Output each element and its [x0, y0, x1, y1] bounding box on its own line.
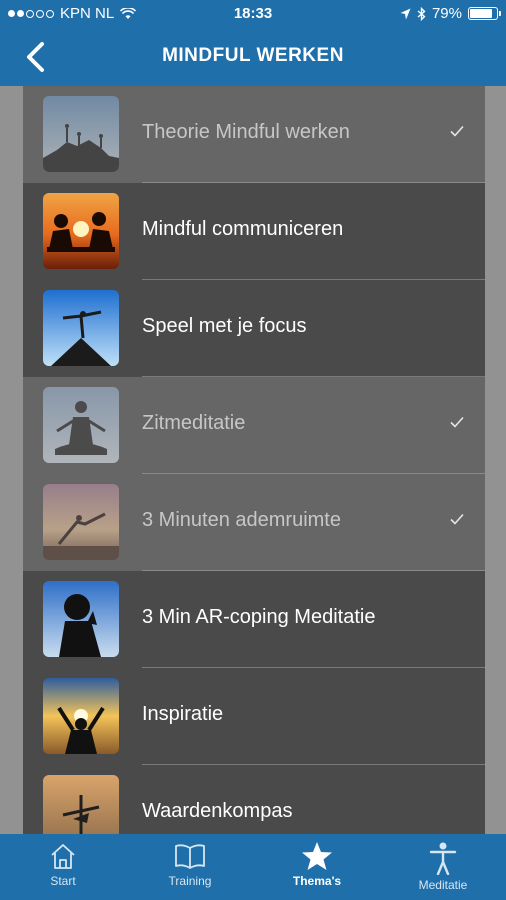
home-icon	[51, 844, 75, 869]
list-item-label: Zitmeditatie	[142, 412, 246, 434]
list-item[interactable]: 3 Min AR-coping Meditatie	[23, 571, 485, 668]
list-item[interactable]: 3 Minuten ademruimte	[23, 474, 485, 571]
checkmark-icon	[450, 416, 464, 428]
list-item[interactable]: Mindful communiceren	[23, 183, 485, 280]
tab-themas[interactable]: Thema's	[254, 834, 380, 900]
list-item[interactable]: Inspiratie	[23, 668, 485, 765]
tab-label: Meditatie	[418, 878, 468, 892]
checkmark-icon	[450, 125, 464, 137]
battery-percentage: 79%	[431, 5, 462, 22]
list-item[interactable]: Zitmeditatie	[23, 377, 485, 474]
list-item[interactable]: Theorie Mindful werken	[23, 86, 485, 183]
list-item[interactable]: Waardenkompas	[23, 765, 485, 834]
thumbnail-image	[43, 96, 119, 172]
list-item-label: 3 Min AR-coping Meditatie	[142, 606, 376, 628]
location-arrow-icon	[400, 8, 411, 19]
page-title: MINDFUL WERKEN	[162, 45, 344, 66]
list-item-label: Mindful communiceren	[142, 218, 344, 240]
tab-label: Start	[50, 874, 76, 888]
thumbnail-image	[43, 581, 119, 657]
tab-label: Thema's	[292, 874, 342, 888]
thumbnail-image	[43, 484, 119, 560]
status-bar: KPN NL 18:33 79%	[0, 0, 506, 28]
tab-bar: Start Training Thema's Meditatie	[0, 834, 506, 900]
list-item-label: Waardenkompas	[142, 800, 293, 822]
theme-list: Theorie Mindful werken Mindful communice…	[23, 86, 485, 834]
tab-start[interactable]: Start	[0, 834, 126, 900]
tab-training[interactable]: Training	[127, 834, 253, 900]
list-item[interactable]: Speel met je focus	[23, 280, 485, 377]
thumbnail-image	[43, 775, 119, 834]
bluetooth-icon	[417, 6, 426, 21]
person-icon	[429, 842, 457, 875]
list-item-label: Theorie Mindful werken	[142, 121, 350, 143]
list-item-label: Inspiratie	[142, 703, 224, 725]
status-right: 79%	[400, 5, 501, 22]
star-icon	[302, 842, 332, 870]
list-item-label: 3 Minuten ademruimte	[142, 509, 341, 531]
battery-icon	[468, 7, 501, 20]
thumbnail-image	[43, 678, 119, 754]
book-icon	[175, 844, 205, 869]
thumbnail-image	[43, 193, 119, 269]
navigation-bar: MINDFUL WERKEN	[0, 28, 506, 86]
list-item-label: Speel met je focus	[142, 315, 307, 337]
tab-meditatie[interactable]: Meditatie	[380, 834, 506, 900]
thumbnail-image	[43, 290, 119, 366]
tab-label: Training	[168, 874, 212, 888]
checkmark-icon	[450, 513, 464, 525]
thumbnail-image	[43, 387, 119, 463]
